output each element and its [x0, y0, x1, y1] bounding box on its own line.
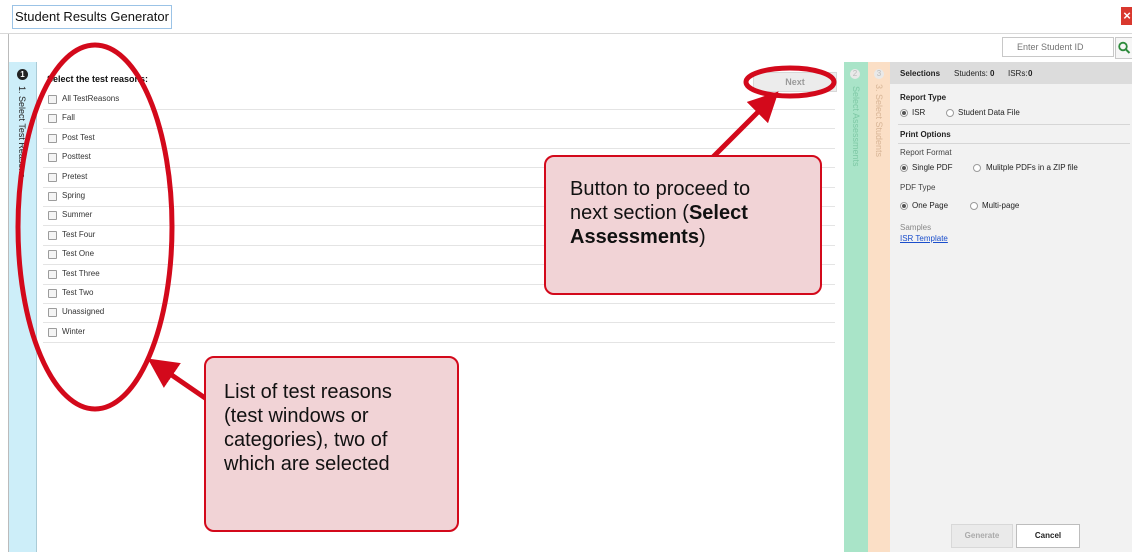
cancel-button[interactable]: Cancel: [1016, 524, 1080, 548]
test-reason-row[interactable]: Fall: [43, 110, 835, 130]
test-reason-label: Posttest: [62, 152, 91, 162]
pdf-type-label: PDF Type: [900, 183, 936, 192]
test-reason-row[interactable]: Winter: [43, 324, 835, 343]
test-reason-checkbox[interactable]: [48, 192, 57, 201]
isrs-count: 0: [1028, 69, 1033, 78]
callout-text: next section (: [570, 202, 689, 224]
callout-text: List of test reasons: [224, 381, 392, 403]
test-reason-label: Unassigned: [62, 307, 105, 317]
selections-header: Selections Students: 0 ISRs: 0: [890, 62, 1132, 84]
callout-text: Assessments: [570, 226, 699, 248]
test-reason-label: Spring: [62, 191, 86, 200]
test-reason-label: Summer: [62, 210, 93, 220]
step-label-3: 3. Select Students: [874, 84, 884, 158]
callout-text: ): [698, 226, 706, 248]
format-multiple-pdfs-label: Mulitple PDFs in a ZIP file: [986, 163, 1078, 172]
step-number-1: 1: [17, 69, 28, 80]
test-reason-row[interactable]: All TestReasons: [43, 91, 835, 110]
pdf-multi-page-radio[interactable]: [970, 202, 978, 210]
report-format-label: Report Format: [900, 148, 952, 157]
step-tab-select-students[interactable]: 3 3. Select Students: [868, 62, 890, 552]
next-button-callout: Button to proceed to next section (Selec…: [544, 155, 822, 295]
test-reason-label: Test Two: [62, 288, 94, 297]
test-reason-checkbox[interactable]: [48, 211, 57, 221]
test-reason-label: Test One: [62, 249, 95, 259]
test-reason-checkbox[interactable]: [48, 269, 57, 279]
search-icon: [1118, 41, 1131, 54]
format-multiple-pdfs-radio[interactable]: [973, 164, 981, 172]
print-options-heading: Print Options: [900, 130, 951, 139]
divider: [898, 143, 1130, 144]
test-reason-checkbox[interactable]: [48, 153, 57, 163]
test-reason-checkbox[interactable]: [48, 230, 57, 240]
generate-button[interactable]: Generate: [951, 524, 1013, 548]
students-label: Students:: [954, 69, 988, 78]
report-type-heading: Report Type: [900, 93, 947, 102]
step-label-2: Select Assessments: [851, 86, 861, 167]
callout-text: which are selected: [224, 453, 390, 475]
close-button[interactable]: ×: [1121, 7, 1132, 25]
test-reason-label: Winter: [62, 326, 86, 336]
test-reason-checkbox[interactable]: [48, 250, 57, 260]
test-reason-row[interactable]: Post Test: [43, 130, 835, 149]
title-bar: Student Results Generator ×: [0, 0, 1132, 34]
divider: [898, 124, 1130, 125]
pdf-one-page-label: One Page: [912, 201, 949, 210]
step-number-3: 3: [874, 69, 884, 79]
step-label-1: 1. Select Test Reasons: [17, 86, 27, 178]
step-tab-select-assessments[interactable]: 2 Select Assessments: [844, 62, 868, 552]
test-reason-label: Post Test: [62, 132, 95, 142]
pdf-multi-page-label: Multi-page: [982, 201, 1020, 210]
students-count: 0: [990, 69, 995, 78]
report-type-isr-radio[interactable]: [900, 109, 908, 117]
test-reason-label: Test Three: [62, 268, 100, 278]
test-reason-label: Test Four: [62, 229, 96, 239]
test-reason-label: Fall: [62, 113, 75, 123]
panel-heading: Select the test reasons:: [47, 74, 149, 84]
report-type-data-file-radio[interactable]: [946, 109, 954, 117]
selections-sidebar: Selections Students: 0 ISRs: 0 Report Ty…: [890, 62, 1132, 552]
isr-template-link[interactable]: ISR Template: [900, 234, 948, 243]
step-tab-select-test-reasons[interactable]: 1 1. Select Test Reasons: [9, 62, 37, 552]
callout-text: Select: [688, 202, 748, 224]
test-reason-checkbox[interactable]: [48, 327, 57, 337]
test-reason-row[interactable]: Unassigned: [43, 304, 835, 324]
callout-text: Button to proceed to: [570, 178, 751, 200]
format-single-pdf-label: Single PDF: [912, 163, 953, 172]
search-button[interactable]: [1115, 37, 1132, 59]
test-reason-checkbox[interactable]: [48, 95, 57, 104]
window-title: Student Results Generator: [12, 5, 172, 29]
report-type-data-file-label: Student Data File: [958, 108, 1020, 117]
test-reason-checkbox[interactable]: [48, 172, 57, 182]
callout-text: (test windows or: [224, 405, 369, 427]
isrs-label: ISRs:: [1008, 69, 1028, 78]
test-reason-checkbox[interactable]: [48, 133, 57, 143]
test-reason-label: Pretest: [62, 171, 88, 181]
student-id-search-input[interactable]: [1002, 37, 1114, 57]
test-reason-checkbox[interactable]: [48, 114, 57, 124]
selections-label: Selections: [900, 69, 941, 78]
test-reason-label: All TestReasons: [62, 94, 120, 103]
next-button[interactable]: Next: [753, 72, 837, 92]
test-reasons-callout: List of test reasons (test windows or ca…: [204, 356, 459, 532]
step-number-2: 2: [850, 69, 860, 79]
callout-text: categories), two of: [224, 429, 388, 451]
report-type-isr-label: ISR: [912, 108, 926, 117]
format-single-pdf-radio[interactable]: [900, 164, 908, 172]
samples-label: Samples: [900, 223, 932, 232]
test-reason-checkbox[interactable]: [48, 308, 57, 318]
pdf-one-page-radio[interactable]: [900, 202, 908, 210]
test-reason-checkbox[interactable]: [48, 289, 57, 298]
